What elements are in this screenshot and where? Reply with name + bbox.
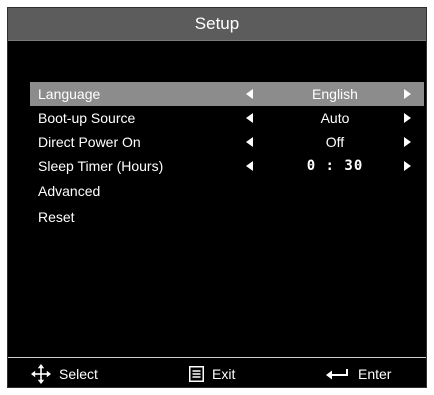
menu-item-label: Boot-up Source <box>38 110 136 126</box>
menu-item-value: English <box>312 86 358 102</box>
enter-arrow-icon <box>326 368 350 380</box>
menu-item-language[interactable]: Language English <box>30 82 424 106</box>
menu-item-label: Sleep Timer (Hours) <box>38 158 164 174</box>
arrow-left-icon[interactable] <box>246 161 253 171</box>
enter-hint: Enter <box>326 358 391 389</box>
arrow-right-icon[interactable] <box>404 113 411 123</box>
exit-hint: Exit <box>189 358 235 389</box>
menu-item-sleep-timer[interactable]: Sleep Timer (Hours) 0 : 30 <box>30 154 424 178</box>
setup-menu-list: Language English Boot-up Source Auto Dir… <box>30 82 424 230</box>
menu-item-value: Auto <box>320 110 350 126</box>
four-way-arrows-icon <box>31 363 51 384</box>
menu-item-value: 0 : 30 <box>306 158 364 174</box>
menu-item-label: Reset <box>38 209 75 225</box>
menu-item-advanced[interactable]: Advanced <box>30 178 424 204</box>
arrow-left-icon[interactable] <box>246 89 253 99</box>
arrow-right-icon[interactable] <box>404 137 411 147</box>
menu-icon <box>189 365 204 382</box>
menu-item-label: Direct Power On <box>38 134 141 150</box>
menu-item-reset[interactable]: Reset <box>30 204 424 230</box>
select-label: Select <box>59 365 98 382</box>
title-bar: Setup <box>8 8 426 41</box>
arrow-left-icon[interactable] <box>246 137 253 147</box>
exit-label: Exit <box>212 365 236 382</box>
enter-label: Enter <box>358 365 392 382</box>
arrow-right-icon[interactable] <box>404 161 411 171</box>
menu-item-direct-power-on[interactable]: Direct Power On Off <box>30 130 424 154</box>
menu-item-label: Language <box>38 86 101 102</box>
footer-hints: Select Exit Enter <box>8 358 426 389</box>
select-hint: Select <box>31 358 98 389</box>
setup-menu-window: Setup Language English Boot-up Source Au… <box>7 7 427 388</box>
menu-item-value: Off <box>325 134 345 150</box>
arrow-left-icon[interactable] <box>246 113 253 123</box>
menu-item-boot-up-source[interactable]: Boot-up Source Auto <box>30 106 424 130</box>
page-title: Setup <box>194 14 240 33</box>
menu-item-label: Advanced <box>38 183 101 199</box>
arrow-right-icon[interactable] <box>404 89 411 99</box>
